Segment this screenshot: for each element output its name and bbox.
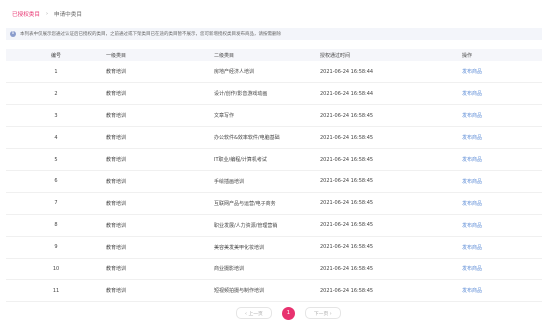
cell-id: 1: [54, 68, 58, 75]
cell-action: 发布商品: [462, 149, 542, 171]
chevron-right-icon: ›: [45, 11, 48, 17]
cell-category-1: 教育培训: [106, 113, 127, 120]
cell-category-2: 设计/创作/影音游戏动画: [214, 91, 268, 98]
cell-action: 发布商品: [462, 127, 542, 149]
col-category-2: 二级类目: [214, 52, 235, 59]
table-row: 9 教育培训 美容美发美甲化妆培训 2021-06-24 16:58:45 发布商品: [6, 236, 542, 259]
table-row: 2 教育培训 设计/创作/影音游戏动画 2021-06-24 16:58:44 发布商品: [6, 83, 542, 105]
info-icon: i: [10, 31, 16, 37]
publish-button[interactable]: 发布商品: [462, 223, 482, 229]
cell-id: 8: [54, 222, 58, 229]
notice-banner: i 本列表中仅展示您通过认证后已授权的类目，之前通过或下架类目已在途的类目暂不展…: [6, 28, 542, 40]
publish-button[interactable]: 发布商品: [462, 266, 482, 272]
cell-time: 2021-06-24 16:58:45: [320, 244, 374, 251]
cell-category-1: 教育培训: [106, 200, 127, 207]
cell-id: 9: [54, 244, 58, 251]
pagination: ‹ 上一页 1 下一页 ›: [232, 306, 345, 320]
cell-action: 发布商品: [462, 83, 542, 105]
cell-category-2: 商业摄影培训: [214, 266, 245, 273]
tab-pending[interactable]: 申请中类目: [54, 10, 82, 18]
cell-category-2: 短视频拍摄与制作培训: [214, 288, 265, 295]
cell-id: 5: [54, 156, 58, 163]
table-row: 10 教育培训 商业摄影培训 2021-06-24 16:58:45 发布商品: [6, 258, 542, 280]
cell-time: 2021-06-24 16:58:45: [320, 178, 374, 185]
cell-category-2: 手绘插画培训: [214, 178, 245, 185]
notice-text: 本列表中仅展示您通过认证后已授权的类目，之前通过或下架类目已在途的类目暂不展示，…: [20, 32, 281, 37]
cell-action: 发布商品: [462, 236, 542, 258]
cell-category-1: 教育培训: [106, 157, 127, 163]
publish-button[interactable]: 发布商品: [462, 201, 482, 207]
cell-category-1: 教育培训: [106, 244, 127, 251]
col-action: 操作: [462, 52, 473, 59]
publish-button[interactable]: 发布商品: [462, 288, 482, 294]
table-row: 6 教育培训 手绘插画培训 2021-06-24 16:58:45 发布商品: [6, 170, 542, 193]
page-1-button[interactable]: 1: [281, 306, 295, 320]
cell-category-1: 教育培训: [106, 222, 127, 229]
table-row: 7 教育培训 互联网产品与运营/电子商务 2021-06-24 16:58:45 发布商…: [6, 192, 542, 215]
cell-action: 发布商品: [462, 258, 542, 280]
publish-button[interactable]: 发布商品: [462, 135, 482, 141]
cell-action: 发布商品: [462, 61, 542, 83]
cell-time: 2021-06-24 16:58:45: [320, 156, 374, 163]
cell-id: 3: [54, 112, 58, 119]
cell-id: 11: [52, 287, 60, 294]
category-tabs: 已授权类目 › 申请中类目: [12, 7, 82, 21]
publish-button[interactable]: 发布商品: [462, 157, 482, 163]
publish-button[interactable]: 发布商品: [462, 179, 482, 185]
cell-category-2: 职业发展/人力资源/管理营销: [214, 222, 278, 229]
cell-time: 2021-06-24 16:58:45: [320, 287, 374, 294]
cell-id: 2: [54, 90, 58, 97]
col-category-1: 一级类目: [106, 52, 127, 59]
cell-category-2: 美容美发美甲化妆培训: [214, 244, 265, 251]
col-id: 编号: [50, 52, 61, 59]
table-row: 3 教育培训 文章写作 2021-06-24 16:58:45 发布商品: [6, 105, 542, 127]
table-row: 1 教育培训 房地产经济人培训 2021-06-24 16:58:44 发布商品: [6, 61, 542, 83]
cell-time: 2021-06-24 16:58:44: [320, 68, 374, 75]
publish-button[interactable]: 发布商品: [462, 245, 482, 251]
publish-button[interactable]: 发布商品: [462, 91, 482, 97]
cell-time: 2021-06-24 16:58:45: [320, 200, 374, 207]
publish-button[interactable]: 发布商品: [462, 69, 482, 75]
cell-category-1: 教育培训: [106, 69, 127, 76]
cell-action: 发布商品: [462, 170, 542, 192]
cell-category-1: 教育培训: [106, 266, 127, 273]
cell-category-2: 房地产经济人培训: [214, 69, 255, 76]
cell-category-2: IT职业/编程/计算机考试: [214, 157, 267, 163]
tab-authorized[interactable]: 已授权类目: [12, 10, 40, 18]
publish-button[interactable]: 发布商品: [462, 113, 482, 119]
cell-time: 2021-06-24 16:58:45: [320, 265, 374, 272]
col-time: 授权通过时间: [320, 52, 351, 59]
cell-id: 10: [52, 265, 60, 272]
cell-category-1: 教育培训: [106, 135, 127, 142]
cell-time: 2021-06-24 16:58:45: [320, 134, 374, 141]
category-table: 编号 一级类目 二级类目 授权通过时间 操作 1 教育培训 房地产经济人培训 2021…: [6, 49, 542, 302]
cell-category-2: 办公软件&效率软件/电脑基础: [214, 135, 280, 142]
table-header: 编号 一级类目 二级类目 授权通过时间 操作: [6, 49, 542, 61]
cell-time: 2021-06-24 16:58:45: [320, 112, 374, 119]
cell-action: 发布商品: [462, 105, 542, 127]
cell-action: 发布商品: [462, 192, 542, 214]
cell-category-1: 教育培训: [106, 288, 127, 295]
cell-id: 6: [54, 178, 58, 185]
cell-category-1: 教育培训: [106, 91, 127, 98]
cell-time: 2021-06-24 16:58:45: [320, 222, 374, 229]
next-page-button[interactable]: 下一页 ›: [304, 307, 341, 319]
cell-action: 发布商品: [462, 280, 542, 302]
table-row: 11 教育培训 短视频拍摄与制作培训 2021-06-24 16:58:45 发布商品: [6, 280, 542, 302]
cell-category-2: 互联网产品与运营/电子商务: [214, 200, 276, 207]
cell-id: 7: [54, 200, 58, 207]
cell-time: 2021-06-24 16:58:44: [320, 90, 374, 97]
table-row: 4 教育培训 办公软件&效率软件/电脑基础 2021-06-24 16:58:45 发布…: [6, 127, 542, 149]
table-row: 5 教育培训 IT职业/编程/计算机考试 2021-06-24 16:58:45 发布商…: [6, 149, 542, 171]
cell-category-2: 文章写作: [214, 113, 235, 120]
prev-page-button[interactable]: ‹ 上一页: [236, 307, 272, 319]
cell-action: 发布商品: [462, 214, 542, 236]
cell-id: 4: [54, 134, 58, 141]
table-row: 8 教育培训 职业发展/人力资源/管理营销 2021-06-24 16:58:45 发布…: [6, 214, 542, 237]
cell-category-1: 教育培训: [106, 178, 127, 185]
